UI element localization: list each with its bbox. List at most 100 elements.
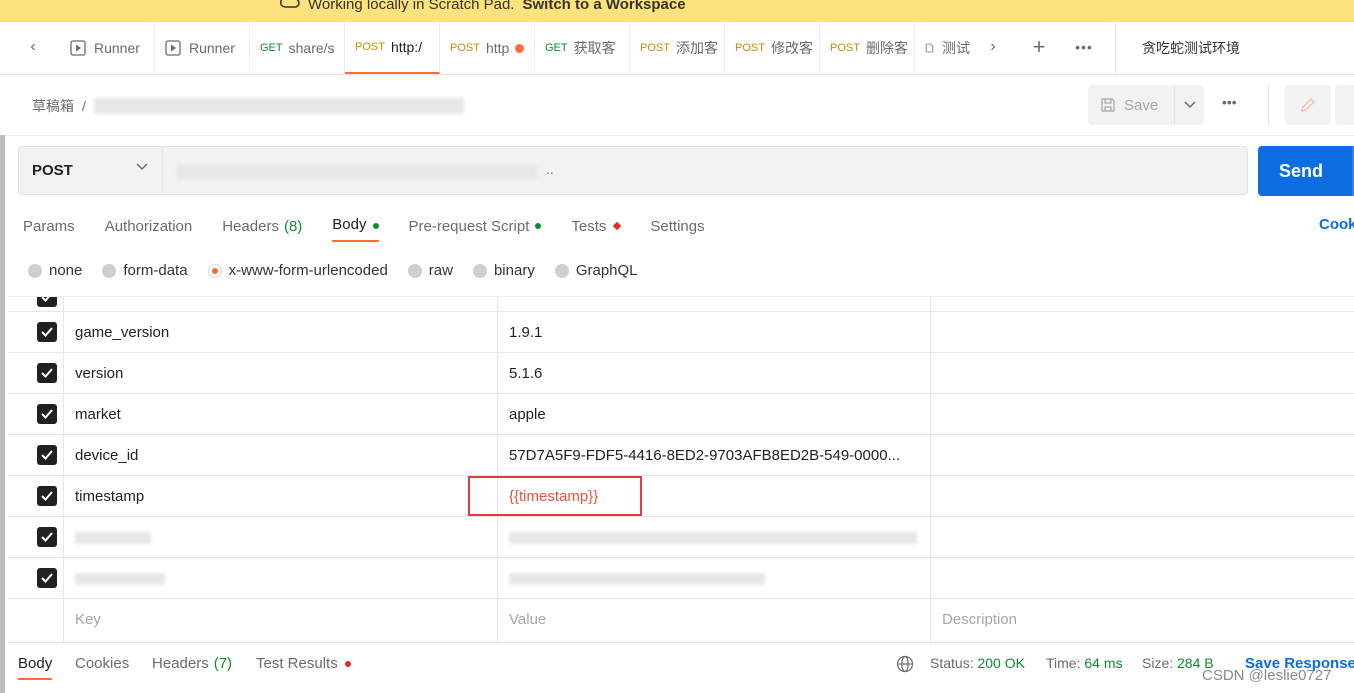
tab-scroll-right-icon[interactable]: › <box>981 35 1005 59</box>
response-tab-cookies[interactable]: Cookies <box>75 655 129 672</box>
tab-params[interactable]: Params <box>23 216 75 236</box>
radio-label: binary <box>493 262 535 279</box>
breadcrumb-separator: / <box>82 98 86 114</box>
method-badge: POST <box>355 41 385 53</box>
value-placeholder[interactable]: Value <box>509 599 929 640</box>
checkbox-checked-icon[interactable] <box>37 568 57 588</box>
checkbox-checked-icon[interactable] <box>37 322 57 342</box>
tab-runner-1[interactable]: Runner <box>60 22 155 74</box>
runner-icon <box>70 40 86 56</box>
response-time[interactable]: Time: 64 ms <box>1046 655 1123 671</box>
radio-raw[interactable]: raw <box>407 262 453 279</box>
save-dropdown-chevron-icon[interactable] <box>1175 101 1204 109</box>
tab-runner-2[interactable]: Runner <box>155 22 250 74</box>
radio-circle-icon <box>407 263 422 278</box>
tab-headers[interactable]: Headers (8) <box>222 216 302 236</box>
tab-get-customer[interactable]: GET 获取客 <box>535 22 630 74</box>
tab-body[interactable]: Body <box>332 216 379 242</box>
tab-post-unsaved[interactable]: POST http <box>440 22 535 74</box>
breadcrumb-folder[interactable]: 草稿箱 <box>32 96 74 116</box>
tab-authorization[interactable]: Authorization <box>105 216 193 236</box>
response-tab-test-results[interactable]: Test Results <box>256 655 351 672</box>
unsaved-dot-icon <box>515 43 525 53</box>
response-tab-label: Test Results <box>256 655 338 672</box>
response-tab-headers[interactable]: Headers (7) <box>152 655 232 672</box>
tab-tests[interactable]: Tests <box>571 216 622 236</box>
checkbox-checked-icon[interactable] <box>37 527 57 547</box>
table-row: market apple <box>8 394 1354 435</box>
tab-document[interactable]: 测试 <box>915 22 970 74</box>
radio-form-data[interactable]: form-data <box>102 262 188 279</box>
checkbox-checked-icon[interactable] <box>37 445 57 465</box>
method-select[interactable]: POST <box>18 146 163 195</box>
tab-more-icon[interactable]: ••• <box>1072 35 1096 59</box>
globe-icon[interactable] <box>896 655 914 676</box>
tab-label: http <box>485 40 510 56</box>
checkbox-checked-icon[interactable] <box>37 297 57 307</box>
radio-binary[interactable]: binary <box>472 262 535 279</box>
response-tab-body[interactable]: Body <box>18 655 53 680</box>
param-key[interactable]: game_version <box>75 312 495 353</box>
param-value[interactable]: apple <box>509 394 929 435</box>
tab-scroll-left-icon[interactable]: ‹ <box>21 35 45 59</box>
response-headers-count: (7) <box>213 655 233 672</box>
radio-label: form-data <box>123 262 188 279</box>
switch-workspace-link[interactable]: Switch to a Workspace <box>522 0 685 13</box>
response-status[interactable]: Status: 200 OK <box>930 655 1025 671</box>
tests-indicator-diamond-icon <box>613 221 622 231</box>
cookies-link[interactable]: Cook <box>1319 216 1354 233</box>
checkbox-checked-icon[interactable] <box>37 404 57 424</box>
key-placeholder[interactable]: Key <box>75 599 495 640</box>
save-icon <box>1101 98 1115 112</box>
param-value[interactable]: 1.9.1 <box>509 312 929 353</box>
param-value[interactable]: 57D7A5F9-FDF5-4416-8ED2-9703AFB8ED2B-549… <box>509 435 929 476</box>
banner-text: Working locally in Scratch Pad. <box>308 0 515 13</box>
tab-post-active[interactable]: POST http:/ <box>345 22 440 74</box>
param-value-redacted <box>509 573 765 585</box>
new-tab-plus-icon[interactable]: + <box>1027 34 1051 59</box>
tab-get-share[interactable]: GET share/s <box>250 22 345 74</box>
radio-x-www-form-urlencoded[interactable]: x-www-form-urlencoded <box>207 262 388 279</box>
sidebar-scrollbar[interactable] <box>0 135 5 693</box>
radio-circle-icon <box>472 263 487 278</box>
tab-post-add[interactable]: POST 添加客 <box>630 22 725 74</box>
param-value[interactable]: 5.1.6 <box>509 353 929 394</box>
time-value: 64 ms <box>1084 655 1123 671</box>
save-label-area[interactable]: Save <box>1088 85 1175 125</box>
send-label: Send <box>1278 160 1323 181</box>
request-more-icon[interactable]: ••• <box>1222 94 1237 110</box>
table-row <box>8 558 1354 599</box>
tab-pre-request-script[interactable]: Pre-request Script <box>409 216 542 236</box>
documentation-icon[interactable] <box>1335 85 1354 125</box>
param-key[interactable]: timestamp <box>75 476 495 517</box>
pre-request-indicator-dot-icon <box>535 223 542 229</box>
tab-params-label: Params <box>23 217 75 235</box>
tab-label: 获取客 <box>573 40 616 56</box>
tab-label: share/s <box>288 40 335 56</box>
environment-selector[interactable]: 贪吃蛇测试环境 <box>1115 22 1354 74</box>
send-button[interactable]: Send <box>1258 146 1354 196</box>
response-bar: Body Cookies Headers (7) Test Results Sta… <box>8 642 1354 693</box>
tab-post-delete[interactable]: POST 删除客 <box>820 22 915 74</box>
edit-pencil-icon[interactable] <box>1285 85 1331 125</box>
param-key[interactable]: version <box>75 353 495 394</box>
tab-settings[interactable]: Settings <box>650 216 704 236</box>
annotation-highlight-box <box>468 476 642 516</box>
breadcrumb: 草稿箱 / <box>32 96 464 116</box>
radio-none[interactable]: none <box>28 262 82 279</box>
tab-post-edit[interactable]: POST 修改客 <box>725 22 820 74</box>
radio-graphql[interactable]: GraphQL <box>554 262 638 279</box>
method-value: POST <box>32 162 73 179</box>
table-row: version 5.1.6 <box>8 353 1354 394</box>
checkbox-checked-icon[interactable] <box>37 363 57 383</box>
radio-circle-icon <box>554 263 569 278</box>
save-button[interactable]: Save <box>1088 85 1204 125</box>
param-key[interactable]: device_id <box>75 435 495 476</box>
param-key[interactable]: market <box>75 394 495 435</box>
url-input[interactable]: .. <box>163 146 1248 195</box>
tab-label: 删除客 <box>865 40 908 56</box>
body-type-radios: none form-data x-www-form-urlencoded raw… <box>28 262 658 279</box>
description-placeholder[interactable]: Description <box>942 599 1342 640</box>
checkbox-checked-icon[interactable] <box>37 486 57 506</box>
banner-content: Working locally in Scratch Pad. Switch t… <box>279 0 686 14</box>
